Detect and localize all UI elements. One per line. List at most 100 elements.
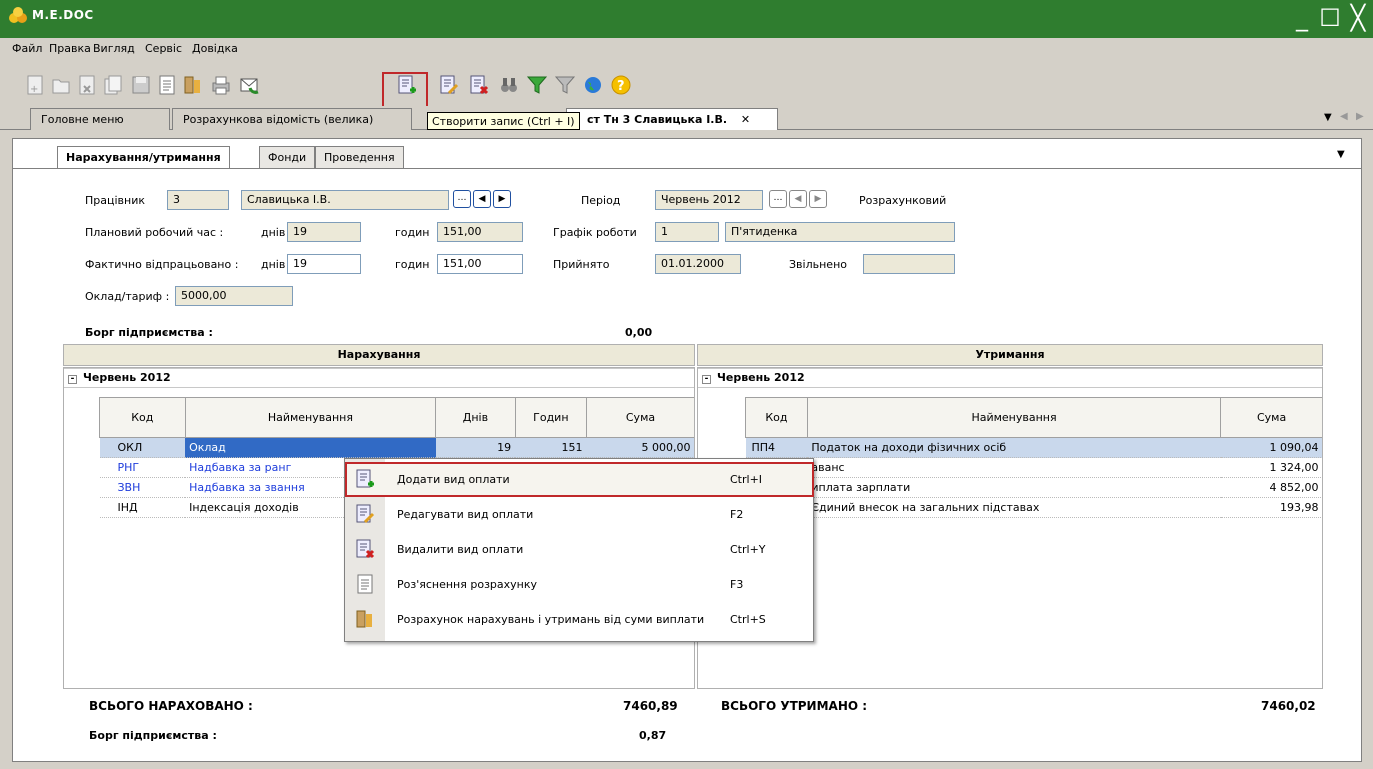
employee-browse-icon[interactable]: … xyxy=(453,190,471,208)
app-title: M.E.DOC xyxy=(32,8,94,22)
total-accrued-label: ВСЬОГО НАРАХОВАНО : xyxy=(89,699,253,713)
employee-next-icon[interactable]: ▶ xyxy=(493,190,511,208)
planned-hours-field[interactable]: 151,00 xyxy=(437,222,523,242)
employee-label: Працівник xyxy=(85,194,146,207)
globe-icon[interactable] xyxy=(580,72,606,98)
subtab-dropdown-icon[interactable]: ▼ xyxy=(1337,149,1345,160)
menu-item-calc-from-payout[interactable]: Розрахунок нарахувань і утримань від сум… xyxy=(345,602,813,636)
toolbar: + ? xyxy=(0,60,1373,106)
employee-name-field[interactable]: Славицька І.В. xyxy=(241,190,449,210)
save-icon[interactable] xyxy=(128,72,154,98)
menu-item-label: Роз'яснення розрахунку xyxy=(397,577,538,591)
print-icon[interactable] xyxy=(208,72,234,98)
menu-item-add-payment[interactable]: Додати вид оплати Ctrl+I xyxy=(345,462,813,496)
menu-item-shortcut: Ctrl+I xyxy=(730,472,763,486)
actual-days-field[interactable]: 19 xyxy=(287,254,361,274)
close-button[interactable]: ╳ xyxy=(1344,4,1372,32)
minimize-button[interactable]: _ xyxy=(1288,4,1316,32)
delete-record-icon[interactable] xyxy=(466,72,492,98)
toolbar-tooltip: Створити запис (Ctrl + I) xyxy=(427,112,580,130)
salary-label: Оклад/тариф : xyxy=(85,290,170,303)
add-record-icon xyxy=(345,462,385,496)
subtab-divider xyxy=(13,168,1361,169)
binoculars-icon[interactable] xyxy=(496,72,522,98)
employee-prev-icon[interactable]: ◀ xyxy=(473,190,491,208)
employee-id-field[interactable]: 3 xyxy=(167,190,229,210)
tab-report[interactable]: Розрахункова відомість (велика) xyxy=(172,108,412,130)
clear-filter-icon[interactable] xyxy=(552,72,578,98)
period-browse-icon[interactable]: … xyxy=(769,190,787,208)
filter-icon[interactable] xyxy=(524,72,550,98)
actual-time-label: Фактично відпрацьовано : xyxy=(85,258,239,271)
menu-item-edit-payment[interactable]: Редагувати вид оплати F2 xyxy=(345,497,813,531)
delete-record-icon xyxy=(345,532,385,566)
tab-scroll-left-icon[interactable]: ◀ xyxy=(1340,111,1348,122)
help-icon[interactable]: ? xyxy=(608,72,634,98)
document-icon[interactable] xyxy=(154,72,180,98)
period-field[interactable]: Червень 2012 xyxy=(655,190,763,210)
calculator-icon xyxy=(345,602,385,636)
menu-item-shortcut: Ctrl+S xyxy=(730,612,766,626)
period-next-icon[interactable]: ▶ xyxy=(809,190,827,208)
edit-record-icon[interactable] xyxy=(436,72,462,98)
report-icon[interactable] xyxy=(180,72,206,98)
hired-date-field[interactable]: 01.01.2000 xyxy=(655,254,741,274)
delete-doc-icon[interactable] xyxy=(74,72,100,98)
salary-field[interactable]: 5000,00 xyxy=(175,286,293,306)
menu-help[interactable]: Довідка xyxy=(192,42,238,55)
actual-hours-field[interactable]: 151,00 xyxy=(437,254,523,274)
menu-service[interactable]: Сервіс xyxy=(145,42,182,55)
tab-main-menu[interactable]: Головне меню xyxy=(30,108,170,130)
menu-view[interactable]: Вигляд xyxy=(93,42,135,55)
period-nav-buttons: … ◀ ▶ xyxy=(769,190,827,208)
mail-icon[interactable] xyxy=(236,72,262,98)
tab-funds[interactable]: Фонди xyxy=(259,146,316,168)
edit-record-icon xyxy=(345,497,385,531)
actual-hours-label: годин xyxy=(395,258,430,271)
tab-accruals-deductions[interactable]: Нарахування/утримання xyxy=(57,146,230,168)
menu-item-shortcut: F3 xyxy=(730,577,744,591)
period-label: Період xyxy=(581,194,621,207)
document-panel: Нарахування/утримання Фонди Проведення ▼… xyxy=(12,138,1362,762)
tab-scroll-right-icon[interactable]: ▶ xyxy=(1356,111,1364,122)
title-bar: M.E.DOC _ ☐ ╳ xyxy=(0,0,1373,38)
tab-close-icon[interactable]: ✕ xyxy=(741,113,750,126)
tab-dropdown-icon[interactable]: ▼ xyxy=(1324,112,1332,123)
schedule-name-field[interactable]: П'ятиденка xyxy=(725,222,955,242)
app-logo-icon xyxy=(9,7,27,23)
period-type-label: Розрахунковий xyxy=(859,194,947,207)
total-accrued-value: 7460,89 xyxy=(623,699,678,713)
menu-item-label: Розрахунок нарахувань і утримань від сум… xyxy=(397,612,705,626)
deductions-header: Утримання xyxy=(697,344,1323,366)
final-debt-value: 0,87 xyxy=(639,729,667,742)
period-prev-icon[interactable]: ◀ xyxy=(789,190,807,208)
menu-bar: Файл Правка Вигляд Сервіс Довідка xyxy=(0,38,1373,60)
fired-date-field[interactable] xyxy=(863,254,955,274)
actual-days-label: днів xyxy=(261,258,286,271)
planned-hours-label: годин xyxy=(395,226,430,239)
maximize-button[interactable]: ☐ xyxy=(1316,4,1344,32)
menu-item-shortcut: F2 xyxy=(730,507,744,521)
planned-days-field[interactable]: 19 xyxy=(287,222,361,242)
menu-item-delete-payment[interactable]: Видалити вид оплати Ctrl+Y xyxy=(345,532,813,566)
tab-active-document[interactable]: ст Тн 3 Славицька І.В. ✕ xyxy=(566,108,778,130)
planned-time-label: Плановий робочий час : xyxy=(85,226,224,239)
menu-item-explain-calculation[interactable]: Роз'яснення розрахунку F3 xyxy=(345,567,813,601)
tab-postings[interactable]: Проведення xyxy=(315,146,404,168)
menu-item-shortcut: Ctrl+Y xyxy=(730,542,766,556)
new-doc-icon[interactable]: + xyxy=(22,72,48,98)
planned-days-label: днів xyxy=(261,226,286,239)
schedule-id-field[interactable]: 1 xyxy=(655,222,719,242)
accruals-header: Нарахування xyxy=(63,344,695,366)
document-tabstrip: Головне меню Розрахункова відомість (вел… xyxy=(0,106,1373,130)
document-icon xyxy=(345,567,385,601)
menu-item-label: Видалити вид оплати xyxy=(397,542,524,556)
open-doc-icon[interactable] xyxy=(48,72,74,98)
total-deducted-value: 7460,02 xyxy=(1261,699,1316,713)
copy-doc-icon[interactable] xyxy=(100,72,126,98)
toolbar-highlight-frame xyxy=(382,72,428,108)
menu-file[interactable]: Файл xyxy=(12,42,42,55)
hired-label: Прийнято xyxy=(553,258,610,271)
menu-edit[interactable]: Правка xyxy=(49,42,91,55)
schedule-label: Графік роботи xyxy=(553,226,637,239)
